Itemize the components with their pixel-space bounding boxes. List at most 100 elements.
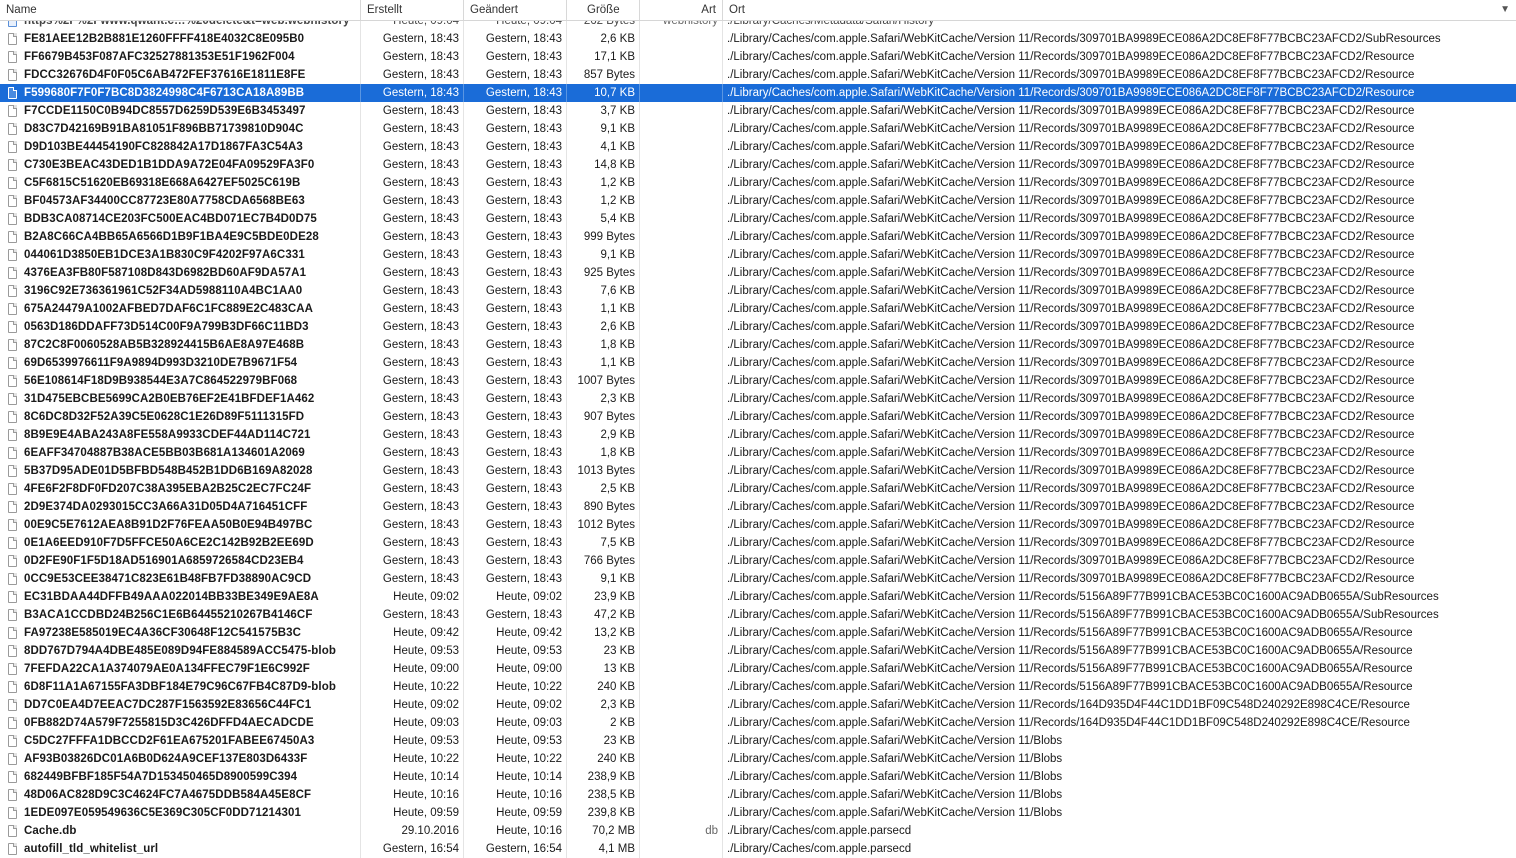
column-header-created[interactable]: Erstellt [361, 0, 464, 20]
table-row[interactable]: C730E3BEAC43DED1B1DDA9A72E04FA09529FA3F0… [0, 156, 1516, 174]
cell-name: 2D9E374DA0293015CC3A66A31D05D4A716451CFF [0, 498, 361, 516]
table-row[interactable]: 0CC9E53CEE38471C823E61B48FB7FD38890AC9CD… [0, 570, 1516, 588]
table-row[interactable]: autofill_tld_whitelist_url Gestern, 16:54… [0, 840, 1516, 858]
table-row[interactable]: C5F6815C51620EB69318E668A6427EF5025C619B… [0, 174, 1516, 192]
column-header-size[interactable]: Größe [567, 0, 640, 20]
cell-name: 56E108614F18D9B938544E3A7C864522979BF068 [0, 372, 361, 390]
table-row[interactable]: 00E9C5E7612AEA8B91D2F76FEAA50B0E94B497BC… [0, 516, 1516, 534]
cell-size: 14,8 KB [567, 156, 640, 174]
table-row[interactable]: FDCC32676D4F0F05C6AB472FEF37616E1811E8FE… [0, 66, 1516, 84]
cell-location: ./Library/Caches/com.apple.Safari/WebKit… [727, 303, 1415, 315]
table-row[interactable]: FE81AEE12B2B881E1260FFFF418E4032C8E095B0… [0, 30, 1516, 48]
table-row[interactable]: BF04573AF34400CC87723E80A7758CDA6568BE63… [0, 192, 1516, 210]
table-row[interactable]: BDB3CA08714CE203FC500EAC4BD071EC7B4D0D75… [0, 210, 1516, 228]
table-row[interactable]: 69D6539976611F9A9894D993D3210DE7B9671F54… [0, 354, 1516, 372]
cell-changed: Gestern, 18:43 [464, 336, 567, 354]
cell-name: 7FEFDA22CA1A374079AE0A134FFEC79F1E6C992F [0, 660, 361, 678]
file-name: 31D475EBCBE5699CA2B0EB76EF2E41BFDEF1A462 [24, 393, 315, 405]
cell-created: Gestern, 18:43 [361, 210, 464, 228]
table-row[interactable]: 6D8F11A1A67155FA3DBF184E79C96C67FB4C87D9… [0, 678, 1516, 696]
cell-location: ./Library/Caches/com.apple.Safari/WebKit… [727, 447, 1415, 459]
cell-name: 044061D3850EB1DCE3A1B830C9F4202F97A6C331 [0, 246, 361, 264]
table-row[interactable]: FA97238E585019EC4A36CF30648F12C541575B3C… [0, 624, 1516, 642]
table-row[interactable]: 675A24479A1002AFBED7DAF6C1FC889E2C483CAA… [0, 300, 1516, 318]
cell-location: ./Library/Caches/com.apple.Safari/WebKit… [727, 285, 1415, 297]
file-name: 6D8F11A1A67155FA3DBF184E79C96C67FB4C87D9… [24, 681, 336, 693]
cell-kind [640, 84, 723, 102]
table-row[interactable]: 48D06AC828D9C3C4624FC7A4675DDB584A45E8CF… [0, 786, 1516, 804]
cell-changed: Gestern, 18:43 [464, 426, 567, 444]
table-row[interactable]: 4376EA3FB80F587108D843D6982BD60AF9DA57A1… [0, 264, 1516, 282]
file-name: 7FEFDA22CA1A374079AE0A134FFEC79F1E6C992F [24, 663, 310, 675]
cell-changed: Gestern, 18:43 [464, 192, 567, 210]
table-row[interactable]: 682449BFBF185F54A7D153450465D8900599C394… [0, 768, 1516, 786]
cell-size: 9,1 KB [567, 570, 640, 588]
table-row[interactable]: 8DD767D794A4DBE485E089D94FE884589ACC5475… [0, 642, 1516, 660]
table-row[interactable]: FF6679B453F087AFC32527881353E51F1962F004… [0, 48, 1516, 66]
cell-location: ./Library/Caches/com.apple.Safari/WebKit… [727, 357, 1415, 369]
cell-size: 70,2 MB [567, 822, 640, 840]
table-row[interactable]: B2A8C66CA4BB65A6566D1B9F1BA4E9C5BDE0DE28… [0, 228, 1516, 246]
table-row[interactable]: 0FB882D74A579F7255815D3C426DFFD4AECADCDE… [0, 714, 1516, 732]
cell-kind [640, 174, 723, 192]
file-list[interactable]: https%2F%2Fwww.qwant.c…%20delete&t=web.w… [0, 12, 1516, 858]
table-row[interactable]: 7FEFDA22CA1A374079AE0A134FFEC79F1E6C992F… [0, 660, 1516, 678]
cell-kind [640, 768, 723, 786]
cell-size: 1,8 KB [567, 444, 640, 462]
table-row[interactable]: F7CCDE1150C0B94DC8557D6259D539E6B3453497… [0, 102, 1516, 120]
sort-descending-icon[interactable]: ▼ [1500, 0, 1510, 20]
column-header-changed[interactable]: Geändert [464, 0, 567, 20]
cell-created: Gestern, 18:43 [361, 336, 464, 354]
cell-size: 1007 Bytes [567, 372, 640, 390]
table-row[interactable]: 56E108614F18D9B938544E3A7C864522979BF068… [0, 372, 1516, 390]
table-row[interactable]: 5B37D95ADE01D5BFBD548B452B1DD6B169A82028… [0, 462, 1516, 480]
table-row[interactable]: D9D103BE44454190FC828842A17D1867FA3C54A3… [0, 138, 1516, 156]
table-row[interactable]: 0563D186DDAFF73D514C00F9A799B3DF66C11BD3… [0, 318, 1516, 336]
table-row[interactable]: DD7C0EA4D7EEAC7DC287F1563592E83656C44FC1… [0, 696, 1516, 714]
table-row[interactable]: B3ACA1CCDBD24B256C1E6B64455210267B4146CF… [0, 606, 1516, 624]
table-row[interactable]: 8B9E9E4ABA243A8FE558A9933CDEF44AD114C721… [0, 426, 1516, 444]
cell-location: ./Library/Caches/com.apple.Safari/WebKit… [727, 141, 1415, 153]
cell-changed: Heute, 09:00 [464, 660, 567, 678]
file-name: 0FB882D74A579F7255815D3C426DFFD4AECADCDE [24, 717, 314, 729]
cell-location: ./Library/Caches/com.apple.Safari/WebKit… [727, 33, 1441, 45]
file-document-icon [8, 393, 17, 405]
cell-location: ./Library/Caches/com.apple.Safari/WebKit… [727, 519, 1415, 531]
column-header-name[interactable]: Name [0, 0, 361, 20]
table-row[interactable]: 0E1A6EED910F7D5FFCE50A6CE2C142B92B2EE69D… [0, 534, 1516, 552]
table-row[interactable]: 2D9E374DA0293015CC3A66A31D05D4A716451CFF… [0, 498, 1516, 516]
table-row[interactable]: 0D2FE90F1F5D18AD516901A6859726584CD23EB4… [0, 552, 1516, 570]
table-row[interactable]: 3196C92E736361961C52F34AD5988110A4BC1AA0… [0, 282, 1516, 300]
table-row[interactable]: 4FE6F2F8DF0FD207C38A395EBA2B25C2EC7FC24F… [0, 480, 1516, 498]
table-row[interactable]: D83C7D42169B91BA81051F896BB71739810D904C… [0, 120, 1516, 138]
table-row[interactable]: 31D475EBCBE5699CA2B0EB76EF2E41BFDEF1A462… [0, 390, 1516, 408]
table-row[interactable]: 87C2C8F0060528AB5B328924415B6AE8A97E468B… [0, 336, 1516, 354]
cell-changed: Heute, 09:42 [464, 624, 567, 642]
file-document-icon [8, 123, 17, 135]
table-row[interactable]: 044061D3850EB1DCE3A1B830C9F4202F97A6C331… [0, 246, 1516, 264]
column-header-kind[interactable]: Art [640, 0, 723, 20]
cell-changed: Heute, 09:02 [464, 696, 567, 714]
cell-changed: Gestern, 18:43 [464, 300, 567, 318]
file-document-icon [8, 663, 17, 675]
cell-created: Gestern, 18:43 [361, 228, 464, 246]
table-row-selected[interactable]: F599680F7F0F7BC8D3824998C4F6713CA18A89BB… [0, 84, 1516, 102]
column-header-location[interactable]: Ort ▼ [723, 0, 1516, 20]
cell-location: ./Library/Caches/com.apple.Safari/WebKit… [727, 51, 1415, 63]
table-row[interactable]: 1EDE097E059549636C5E369C305CF0DD71214301… [0, 804, 1516, 822]
cell-created: Heute, 09:02 [361, 696, 464, 714]
table-row[interactable]: Cache.db 29.10.2016 Heute, 10:16 70,2 MB db.… [0, 822, 1516, 840]
cell-location: ./Library/Caches/com.apple.Safari/WebKit… [727, 249, 1415, 261]
table-row[interactable]: 6EAFF34704887B38ACE5BB03B681A134601A2069… [0, 444, 1516, 462]
table-row[interactable]: 8C6DC8D32F52A39C5E0628C1E26D89F5111315FD… [0, 408, 1516, 426]
table-row[interactable]: EC31BDAA44DFFB49AAA022014BB33BE349E9AE8A… [0, 588, 1516, 606]
cell-location: ./Library/Caches/com.apple.Safari/WebKit… [727, 573, 1415, 585]
table-row[interactable]: AF93B03826DC01A6B0D624A9CEF137E803D6433F… [0, 750, 1516, 768]
table-row[interactable]: C5DC27FFFA1DBCCD2F61EA675201FABEE67450A3… [0, 732, 1516, 750]
cell-changed: Gestern, 16:54 [464, 840, 567, 858]
file-document-icon [8, 231, 17, 243]
cell-created: Gestern, 18:43 [361, 498, 464, 516]
cell-kind [640, 570, 723, 588]
cell-changed: Gestern, 18:43 [464, 480, 567, 498]
cell-kind [640, 102, 723, 120]
